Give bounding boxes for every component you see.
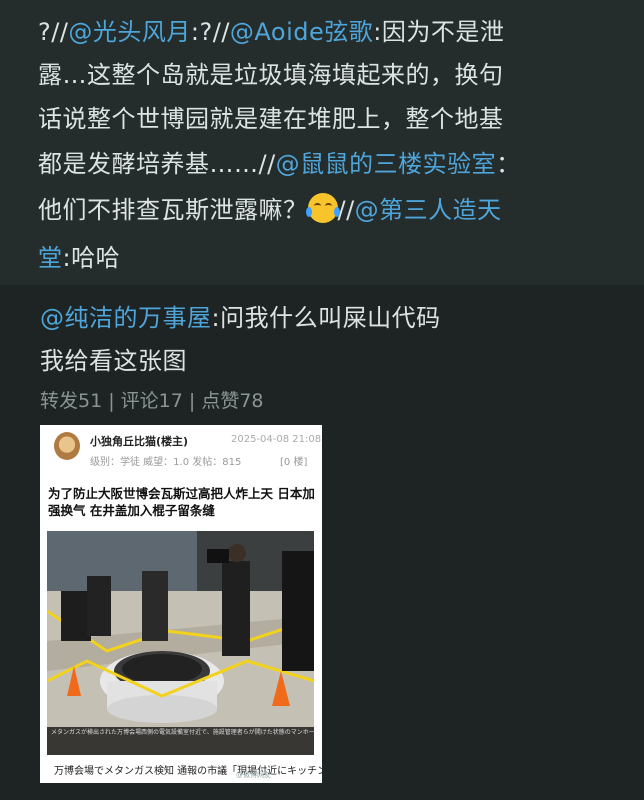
watermark: @微博网友 (236, 771, 271, 779)
post-date: 2025-04-08 21:08 (231, 434, 322, 445)
user-meta: 级别：学徒 威望：1.0 发帖：815 (90, 457, 242, 468)
mention-link[interactable]: 堂 (38, 244, 63, 272)
comment-line-6: 堂:哈哈 (38, 238, 120, 273)
comment-text: // (337, 196, 355, 224)
manhole-scene-image (47, 531, 314, 755)
avatar (54, 432, 80, 460)
attached-screenshot[interactable]: 小独角丘比猫(楼主) 2025-04-08 21:08 级别：学徒 威望：1.0… (40, 425, 322, 783)
comment-line-2: 露…这整个岛就是垃圾填海填起来的，换句 (38, 61, 504, 89)
username: 小独角丘比猫(楼主) (90, 435, 189, 448)
news-headline: 为了防止大阪世博会瓦斯过高把人炸上天 日本加强换气 在井盖加入棍子留条缝 (48, 486, 315, 518)
mention-link[interactable]: @鼠鼠的三楼实验室 (276, 150, 497, 178)
news-photo: メタンガスが検出された万博会場西側の電気設備室付近で、施設管理者らが開けた状態の… (47, 531, 314, 755)
floor-label: [0 楼] (280, 457, 308, 468)
comment-line-3: 话说整个世博园就是建在堆肥上，整个地基 (38, 105, 504, 133)
comment-text: 他们不排查瓦斯泄露嘛？ (38, 196, 308, 224)
comment-line-1: ?//@光头风月:?//@Aoide弦歌:因为不是泄 (38, 12, 504, 47)
comment-text: 都是发酵培养基……// (38, 150, 276, 178)
mention-link[interactable]: @第三人造天 (355, 196, 502, 224)
mention-link[interactable]: @纯洁的万事屋 (40, 304, 212, 332)
crying-laughing-emoji-icon (305, 193, 340, 223)
comment-text: ?// (38, 18, 69, 46)
comment-line-5: 他们不排查瓦斯泄露嘛？ //@第三人造天 (38, 190, 502, 225)
post-text: :问我什么叫屎山代码 (211, 304, 441, 332)
comment-line-4: 都是发酵培养基……//@鼠鼠的三楼实验室： (38, 144, 521, 179)
photo-caption: メタンガスが検出された万博会場西側の電気設備室付近で、施設管理者らが開けた状態の… (47, 727, 314, 755)
post-stats[interactable]: 转发51 | 评论17 | 点赞78 (40, 386, 264, 413)
mention-link[interactable]: @Aoide弦歌 (230, 18, 373, 46)
comment-text: :因为不是泄 (373, 18, 505, 46)
mention-link[interactable]: @光头风月 (68, 18, 191, 46)
comment-text: :哈哈 (62, 244, 121, 272)
post-line-2: 我给看这张图 (40, 347, 187, 375)
comment-text: :?// (190, 18, 230, 46)
comment-text: ： (496, 150, 521, 178)
post-line-1: @纯洁的万事屋:问我什么叫屎山代码 (40, 298, 441, 333)
photo-footer-caption: 万博会場でメタンガス検知 通報の市議「現場付近にキッチンカー」 (54, 766, 322, 777)
